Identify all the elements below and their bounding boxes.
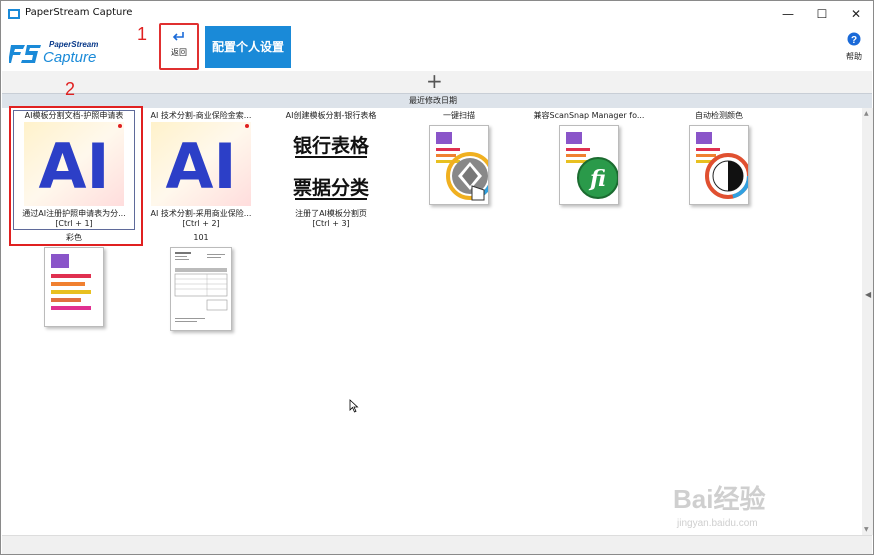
- profile-shortcut: [Ctrl + 3]: [312, 219, 350, 228]
- color-document-icon: [44, 247, 104, 327]
- minimize-button[interactable]: —: [771, 1, 805, 27]
- svg-text:?: ?: [851, 35, 857, 46]
- svg-text:AI: AI: [38, 130, 109, 203]
- back-button-label: 返回: [171, 48, 187, 57]
- profile-card-ai-bank-form[interactable]: AI创建模板分割-银行表格 银行表格 票据分类 注册了AI模板分割页 [Ctrl…: [271, 110, 391, 229]
- maximize-button[interactable]: ☐: [805, 1, 839, 27]
- profile-title: 一键扫描: [443, 111, 475, 120]
- profile-card-one-touch-scan[interactable]: 一键扫描: [399, 110, 519, 205]
- annotation-1: 1: [137, 24, 148, 44]
- baidu-watermark: Bai经验: [673, 484, 766, 514]
- close-button[interactable]: ✕: [839, 1, 873, 27]
- profile-description: 通过AI注册护照申请表为分...: [22, 209, 126, 218]
- scansnap-fi-icon: fi: [559, 125, 619, 205]
- svg-text:PaperStream: PaperStream: [49, 40, 98, 49]
- paperstream-logo: PaperStream Capture: [8, 35, 139, 66]
- app-icon: [8, 9, 20, 19]
- add-profile-bar[interactable]: +: [2, 71, 872, 93]
- svg-text:AI: AI: [165, 130, 236, 203]
- configure-profile-button[interactable]: 配置个人设置: [205, 26, 291, 68]
- ai-thumbnail: AI: [24, 122, 124, 206]
- status-bar: [2, 535, 872, 554]
- help-icon: ?: [847, 32, 861, 46]
- sort-by-label[interactable]: 最近修改日期: [2, 95, 864, 106]
- title-bar: PaperStream Capture — ☐ ✕: [1, 1, 873, 27]
- expand-panel-icon[interactable]: ◀: [865, 290, 871, 299]
- profile-card-auto-color[interactable]: 自动检测颜色: [659, 110, 779, 205]
- profile-description: AI 技术分割-采用商业保险...: [150, 209, 252, 218]
- svg-text:fi: fi: [588, 166, 606, 192]
- profile-shortcut: [Ctrl + 2]: [182, 219, 220, 228]
- invoice-document-icon: [170, 247, 232, 331]
- back-button[interactable]: 返回: [159, 23, 199, 70]
- ai-thumbnail: AI: [151, 122, 251, 206]
- profile-title: 兼容ScanSnap Manager fo...: [533, 111, 645, 120]
- mouse-cursor-icon: [349, 399, 359, 413]
- profile-card-scansnap-compat[interactable]: 兼容ScanSnap Manager fo... fi: [529, 110, 649, 205]
- profile-shortcut: [Ctrl + 1]: [55, 219, 93, 228]
- annotation-2: 2: [65, 79, 76, 99]
- window-title: PaperStream Capture: [25, 7, 133, 18]
- help-button[interactable]: ? 帮助: [842, 32, 866, 62]
- auto-color-icon: [689, 125, 751, 205]
- logo-mark: PaperStream Capture: [8, 40, 98, 66]
- profile-description: 注册了AI模板分割页: [295, 209, 367, 218]
- profile-title: 彩色: [66, 233, 82, 242]
- profile-title: 自动检测颜色: [695, 111, 743, 120]
- svg-text:票据分类: 票据分类: [293, 176, 369, 199]
- app-window: PaperStream Capture — ☐ ✕ PaperStream Ca…: [0, 0, 874, 555]
- add-profile-icon[interactable]: +: [426, 71, 443, 91]
- profile-title: AI创建模板分割-银行表格: [285, 111, 377, 120]
- toolbar: PaperStream Capture 1 返回 配置个人设置 ? 帮助: [1, 23, 873, 71]
- bank-form-thumbnail: 银行表格 票据分类: [293, 134, 370, 200]
- profile-title: 101: [193, 233, 209, 242]
- scroll-down-icon[interactable]: ▼: [864, 526, 869, 533]
- scroll-up-icon[interactable]: ▲: [864, 110, 869, 117]
- profile-card-ai-passport[interactable]: AI模板分割文档-护照申请表 AI 通过AI注册护照申请表为分... [Ctrl…: [14, 110, 134, 229]
- profile-card-101[interactable]: 101: [141, 232, 261, 331]
- svg-text:银行表格: 银行表格: [293, 134, 370, 157]
- vertical-scrollbar[interactable]: ▲ ▼: [862, 108, 873, 535]
- profile-card-ai-insurance[interactable]: AI 技术分割-商业保险金索... AI AI 技术分割-采用商业保险... […: [141, 110, 261, 229]
- svg-text:Capture: Capture: [43, 49, 96, 65]
- help-label: 帮助: [846, 52, 862, 61]
- baidu-watermark-url: jingyan.baidu.com: [677, 518, 758, 529]
- profile-card-color[interactable]: 彩色: [14, 232, 134, 327]
- profile-title: AI模板分割文档-护照申请表: [24, 111, 124, 120]
- profile-title: AI 技术分割-商业保险金索...: [150, 111, 252, 120]
- one-touch-scan-icon: [429, 125, 494, 205]
- return-arrow-icon: [172, 32, 184, 41]
